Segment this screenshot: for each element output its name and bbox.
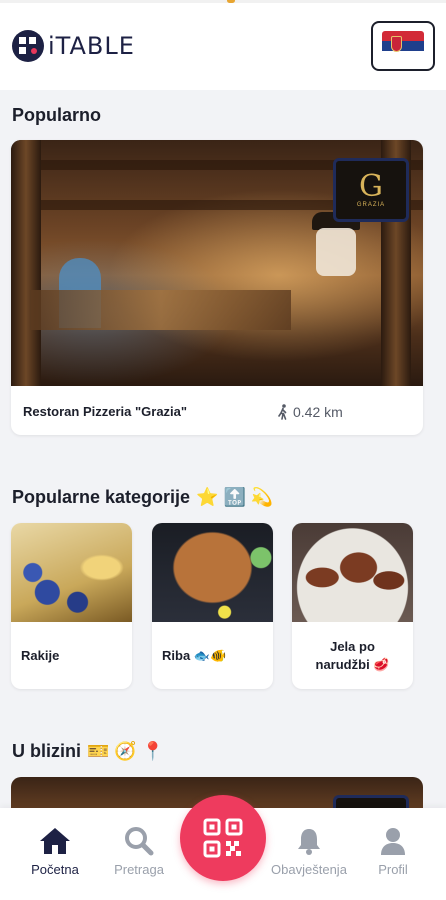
category-image: [292, 523, 413, 622]
user-icon: [381, 828, 405, 855]
category-card-riba[interactable]: Riba 🐟🐠: [152, 523, 273, 689]
category-label: Rakije: [21, 648, 60, 663]
nav-home-label: Početna: [31, 862, 79, 877]
featured-restaurant-card[interactable]: G GRAZIA Restoran Pizzeria "Grazia" 0.42…: [11, 140, 423, 435]
app-logo[interactable]: iTABLE: [12, 30, 135, 62]
section-title-categories: Popularne kategorije ⭐ 🔝 💫: [12, 487, 273, 508]
qr-code-icon: [203, 818, 243, 858]
logo-text: iTABLE: [48, 32, 135, 60]
nav-notifications-label: Obavještenja: [271, 862, 347, 877]
nav-notifications[interactable]: Obavještenja: [262, 826, 356, 877]
restaurant-distance: 0.42 km: [277, 404, 343, 420]
walking-icon: [278, 404, 287, 420]
section-title-nearby: U blizini 🎫 🧭 📍: [12, 741, 164, 762]
status-indicator: [227, 0, 235, 3]
home-icon: [40, 828, 70, 854]
logo-qr-icon: [12, 30, 44, 62]
language-button[interactable]: [371, 21, 435, 71]
category-image: [152, 523, 273, 622]
category-card-jela-po-narudzbi[interactable]: Jela po narudžbi 🥩: [292, 523, 413, 689]
bell-icon: [298, 829, 320, 855]
nearby-title-emoji: 🎫 🧭 📍: [87, 741, 165, 761]
category-image: [11, 523, 132, 622]
search-icon: [125, 827, 154, 856]
status-bar: [0, 0, 446, 3]
top-bar: iTABLE: [0, 0, 446, 90]
restaurant-logo: G GRAZIA: [333, 158, 409, 222]
nav-profile-label: Profil: [378, 862, 408, 877]
nav-search[interactable]: Pretraga: [106, 826, 172, 877]
qr-scan-button[interactable]: [180, 795, 266, 881]
categories-title-emoji: ⭐ 🔝 💫: [196, 487, 274, 507]
nav-search-label: Pretraga: [114, 862, 164, 877]
category-label: Riba 🐟🐠: [162, 647, 227, 663]
category-label: Jela po narudžbi 🥩: [315, 638, 390, 672]
distance-value: 0.42 km: [293, 404, 343, 420]
restaurant-name: Restoran Pizzeria "Grazia": [23, 404, 188, 419]
nav-home[interactable]: Početna: [22, 826, 88, 877]
serbia-flag-icon: [382, 31, 424, 61]
nearby-title-text: U blizini: [12, 741, 81, 761]
nav-profile[interactable]: Profil: [362, 826, 424, 877]
categories-title-text: Popularne kategorije: [12, 487, 191, 507]
category-card-rakije[interactable]: Rakije: [11, 523, 132, 689]
section-title-popular: Popularno: [12, 105, 101, 125]
